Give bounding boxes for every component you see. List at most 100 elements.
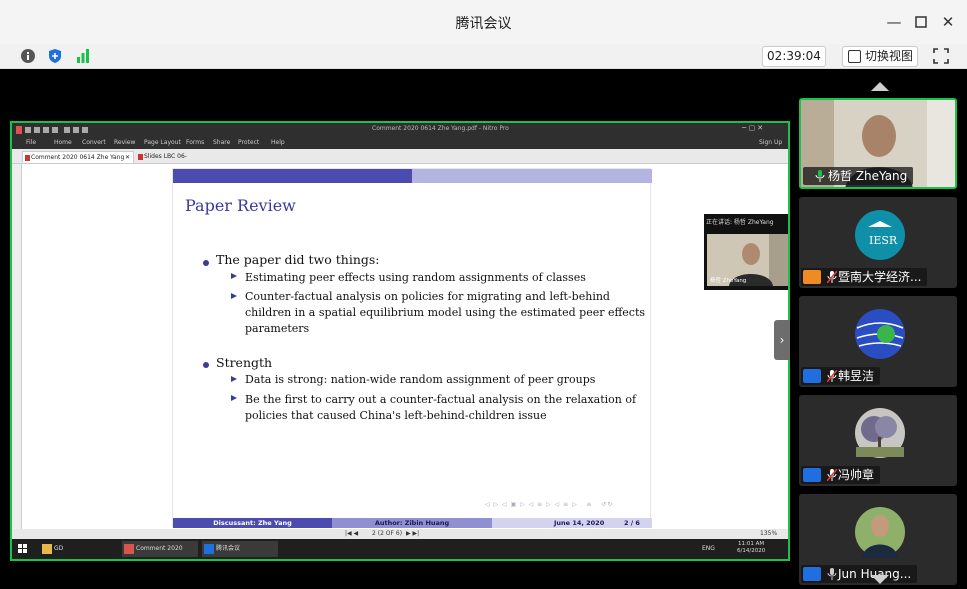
- ribbon-forms[interactable]: Forms: [186, 139, 204, 146]
- user-avatar-icon: [803, 567, 821, 581]
- pdf-window-controls[interactable]: ─ ▢ ✕: [742, 124, 763, 132]
- bullet-2: Strength: [216, 355, 273, 370]
- participant-list[interactable]: 杨哲 ZheYang IESR 暨南大学经济... 韩昱洁 冯帅章 Jun Hu…: [796, 69, 967, 589]
- pdf-app-titlebar: Comment 2020 0614 Zhe Yang.pdf - Nitro P…: [12, 123, 788, 137]
- tencent-meeting-icon: [204, 544, 214, 554]
- user-avatar-icon: [803, 468, 821, 482]
- footer-discussant: Discussant: Zhe Yang: [173, 518, 332, 528]
- sub-bullet-2-2-line2: policies that caused China's left-behind…: [245, 409, 547, 422]
- user-avatar-icon: [803, 270, 821, 284]
- pdf-document-canvas[interactable]: Paper Review The paper did two things: E…: [22, 164, 788, 529]
- doc-tab-comment[interactable]: Comment 2020 0614 Zhe Yang ✕: [22, 151, 134, 163]
- doc-tab-slides[interactable]: Slides LBC 06-12.pdf: [136, 151, 206, 172]
- taskbar-item-label: 腾讯会议: [216, 545, 241, 552]
- logo-text: IESR: [869, 234, 898, 247]
- participant-label: 韩昱洁: [801, 367, 881, 385]
- slide-title: Paper Review: [185, 196, 296, 215]
- sub-bullet-1-2-line2: children in a spatial equilibrium model …: [245, 306, 646, 319]
- switch-view-label: 切换视图: [865, 49, 914, 63]
- footer-date: June 14, 2020: [554, 519, 605, 527]
- participant-label: Jun Huang...: [801, 565, 918, 583]
- mic-muted-icon: [827, 370, 837, 382]
- photo-avatar: [855, 507, 905, 558]
- clock-time: 11:01 AM: [738, 541, 765, 547]
- ribbon-convert[interactable]: Convert: [82, 139, 106, 146]
- bullet-dot: [203, 362, 209, 368]
- collapse-panel-button[interactable]: ›: [774, 320, 790, 360]
- ribbon-home[interactable]: Home: [54, 139, 72, 146]
- participant-label: 暨南大学经济...: [801, 268, 928, 286]
- windows-start-icon[interactable]: [18, 544, 28, 554]
- document-tabs: Comment 2020 0614 Zhe Yang ✕ Slides LBC …: [12, 149, 788, 172]
- tree-avatar: [855, 408, 905, 458]
- maximize-button[interactable]: [911, 12, 931, 32]
- slide-header-bar-light: [412, 169, 652, 183]
- sub-bullet-arrow: [231, 395, 237, 401]
- footer-date-page: June 14, 2020 2 / 6: [492, 518, 652, 528]
- windows-taskbar: GD Comment 2020 061... 腾讯会议 ENG 11:01 AM…: [12, 539, 788, 559]
- ribbon-page-layout[interactable]: Page Layout: [144, 139, 181, 146]
- sub-bullet-arrow: [231, 293, 237, 299]
- pdf-status-bar: |◀ ◀ 2 (2 OF 6) ▶ ▶| 135%: [12, 529, 788, 539]
- language-indicator[interactable]: ENG: [702, 545, 715, 552]
- signal-strength-icon[interactable]: [75, 48, 91, 64]
- sub-bullet-1-2-line3: parameters: [245, 322, 310, 335]
- doc-tab-label: Comment 2020 0614 Zhe Yang: [31, 154, 125, 161]
- close-button[interactable]: ✕: [938, 12, 958, 32]
- ribbon-file[interactable]: File: [26, 139, 36, 146]
- participant-name: 暨南大学经济...: [838, 270, 922, 284]
- nitro-pdf-icon: [124, 544, 134, 554]
- pdf-ribbon: File Home Convert Review Page Layout For…: [12, 137, 788, 149]
- switch-view-icon: [848, 50, 861, 63]
- pdf-file-icon: [138, 154, 143, 160]
- sign-up-link[interactable]: Sign Up: [759, 139, 782, 146]
- pdf-file-icon: [25, 155, 30, 161]
- taskbar-item-folder[interactable]: GD: [40, 541, 114, 557]
- system-clock[interactable]: 11:01 AM 6/14/2020: [737, 541, 765, 555]
- meeting-toolbar: 02:39:04 切换视图: [0, 44, 967, 69]
- taskbar-item-meeting[interactable]: 腾讯会议: [202, 541, 278, 557]
- minimize-button[interactable]: —: [884, 12, 904, 32]
- ribbon-help[interactable]: Help: [271, 139, 285, 146]
- page-nav-controls[interactable]: |◀ ◀: [345, 530, 358, 537]
- security-shield-icon[interactable]: [47, 48, 63, 64]
- page-nav-controls-next[interactable]: ▶ ▶|: [406, 530, 419, 537]
- participant-tile[interactable]: 韩昱洁: [799, 296, 957, 387]
- taskbar-item-label: Comment 2020 061...: [136, 545, 183, 552]
- participant-name: Jun Huang...: [838, 567, 912, 581]
- presenter-name: 杨哲 ZheYang: [710, 278, 747, 284]
- beamer-slide: Paper Review The paper did two things: E…: [172, 168, 652, 528]
- pdf-left-panel[interactable]: [12, 164, 22, 536]
- participant-tile[interactable]: 杨哲 ZheYang: [799, 98, 957, 189]
- taskbar-item-label: GD: [54, 545, 64, 552]
- tab-close-icon[interactable]: ✕: [125, 152, 130, 164]
- participant-tile[interactable]: Jun Huang...: [799, 494, 957, 585]
- participant-name: 杨哲 ZheYang: [828, 169, 908, 183]
- mic-icon: [827, 568, 837, 580]
- sub-bullet-1-1: Estimating peer effects using random ass…: [245, 271, 586, 284]
- fullscreen-icon[interactable]: [933, 48, 949, 64]
- participant-tile[interactable]: IESR 暨南大学经济...: [799, 197, 957, 288]
- scroll-down-icon[interactable]: [871, 575, 889, 584]
- title-bar: 腾讯会议 — ✕: [0, 0, 967, 44]
- meeting-window: 腾讯会议 — ✕ 02:39:04 切换视图 Comment 2020 0614…: [0, 0, 967, 589]
- meeting-timer: 02:39:04: [762, 46, 826, 67]
- sub-bullet-arrow: [231, 273, 237, 279]
- ribbon-review[interactable]: Review: [114, 139, 135, 146]
- ribbon-share[interactable]: Share: [213, 139, 230, 146]
- footer-author: Author: Zibin Huang: [332, 518, 492, 528]
- page-indicator: 2 (2 OF 6): [372, 530, 403, 537]
- bullet-dot: [203, 260, 209, 266]
- globe-avatar: [855, 309, 905, 359]
- ribbon-protect[interactable]: Protect: [238, 139, 259, 146]
- participant-label: 冯帅章: [801, 466, 881, 484]
- clock-date: 6/14/2020: [737, 548, 766, 554]
- scroll-up-icon[interactable]: [871, 82, 889, 91]
- beamer-nav-symbols[interactable]: ◁ ▷ ◁ ▣ ▷ ◁ ≡ ▷ ◁ ≡ ▷ ≡ ↺↻: [485, 501, 613, 508]
- mic-muted-icon: [827, 469, 837, 481]
- participant-tile[interactable]: 冯帅章: [799, 395, 957, 486]
- footer-page: 2 / 6: [624, 519, 640, 527]
- taskbar-item-pdf[interactable]: Comment 2020 061...: [122, 541, 198, 557]
- info-icon[interactable]: [20, 48, 36, 64]
- switch-view-button[interactable]: 切换视图: [842, 46, 918, 67]
